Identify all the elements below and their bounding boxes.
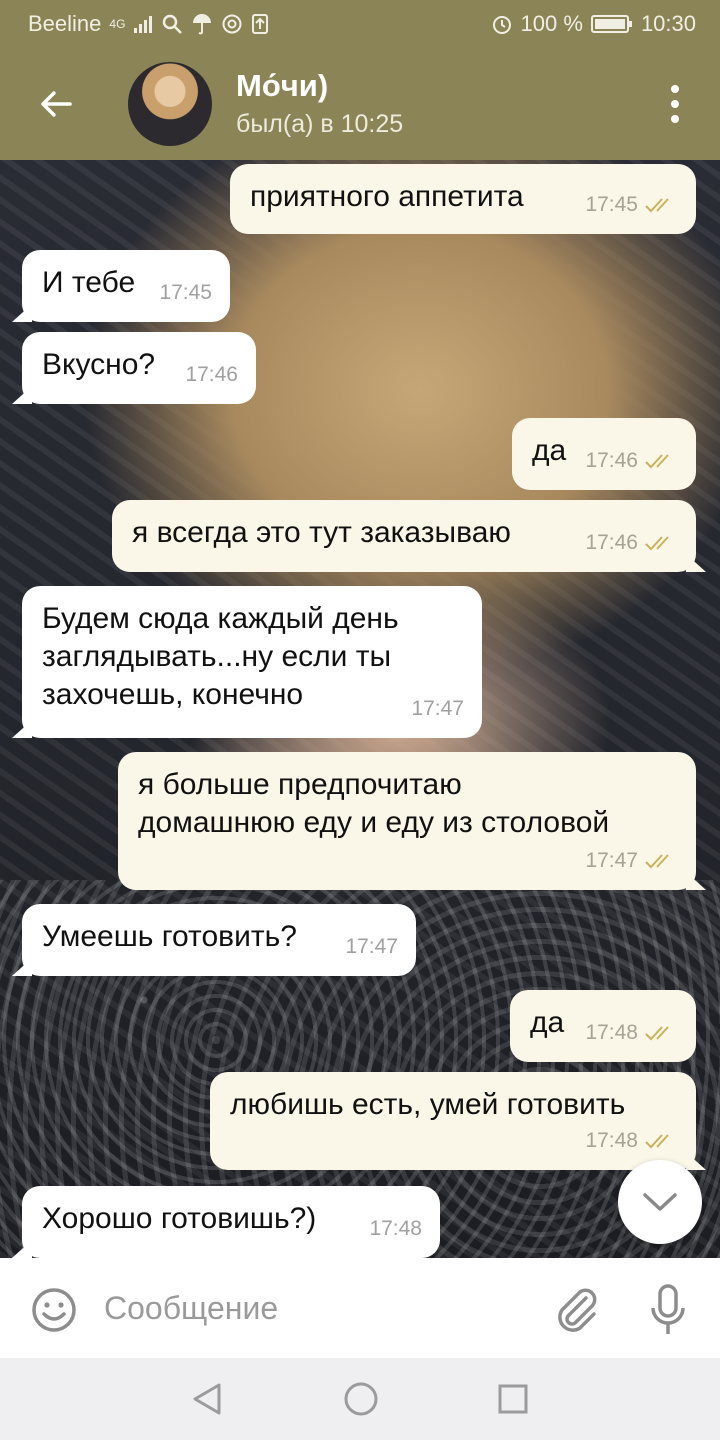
message-time: 17:48: [585, 1021, 638, 1044]
message-bubble-incoming[interactable]: Будем сюда каждый день заглядывать...ну …: [22, 586, 482, 738]
message-bubble-incoming[interactable]: Хорошо готовишь?) 17:48: [22, 1186, 440, 1258]
emoji-button[interactable]: [30, 1286, 78, 1334]
message-bubble-outgoing[interactable]: я больше предпочитаю домашнюю еду и еду …: [118, 752, 696, 890]
message-text: я больше предпочитаю домашнюю еду и еду …: [138, 768, 610, 839]
dot: [671, 85, 679, 93]
message-bubble-outgoing[interactable]: приятного аппетита 17:45: [230, 164, 696, 234]
message-time: 17:47: [411, 697, 464, 720]
message-input[interactable]: [104, 1282, 524, 1334]
message-composer: [0, 1258, 720, 1358]
message-bubble-outgoing[interactable]: я всегда это тут заказываю 17:46: [112, 500, 696, 572]
message-time: 17:48: [585, 1129, 638, 1152]
read-checks-icon: [645, 1134, 669, 1149]
at-icon: [221, 13, 243, 35]
status-bar: Beeline 4G 100 % 10:30: [0, 0, 720, 48]
read-checks-icon: [645, 854, 669, 869]
umbrella-icon: [191, 13, 213, 35]
message-time: 17:47: [585, 849, 638, 872]
nav-home-button[interactable]: [340, 1378, 382, 1420]
back-button[interactable]: [30, 78, 82, 130]
message-text: любишь есть, умей готовить: [230, 1088, 626, 1121]
circle-home-icon: [344, 1382, 378, 1416]
smiley-icon: [32, 1288, 76, 1332]
message-text: Будем сюда каждый день заглядывать...ну …: [42, 602, 399, 711]
read-checks-icon: [645, 454, 669, 469]
network-type-icon: 4G: [109, 17, 126, 31]
search-icon: [161, 13, 183, 35]
avatar[interactable]: [128, 62, 212, 146]
paperclip-icon: [558, 1288, 597, 1332]
system-navigation-bar: [0, 1358, 720, 1440]
chat-area[interactable]: приятного аппетита 17:45 И тебе 17:45 Вк…: [0, 160, 720, 1258]
nav-back-button[interactable]: [186, 1378, 228, 1420]
chat-header: Мо́чи) был(а) в 10:25: [0, 48, 720, 160]
nav-recents-button[interactable]: [492, 1378, 534, 1420]
battery-icon: [590, 13, 633, 35]
signal-icon: [133, 14, 153, 34]
alarm-icon: [491, 13, 513, 35]
arrow-left-icon: [41, 91, 72, 117]
message-bubble-incoming[interactable]: Вкусно? 17:46: [22, 332, 256, 404]
message-time: 17:45: [159, 281, 212, 304]
message-bubble-outgoing[interactable]: да 17:46: [512, 418, 696, 490]
clock: 10:30: [640, 11, 696, 36]
read-checks-icon: [645, 1026, 669, 1041]
message-bubble-outgoing[interactable]: любишь есть, умей готовить 17:48: [210, 1072, 696, 1170]
scroll-to-bottom-button[interactable]: [618, 1160, 702, 1244]
carrier-label: Beeline: [28, 11, 102, 36]
upload-icon: [251, 13, 269, 35]
message-time: 17:46: [585, 531, 638, 554]
message-bubble-incoming[interactable]: И тебе 17:45: [22, 250, 230, 322]
message-time: 17:46: [185, 363, 238, 386]
message-bubble-outgoing[interactable]: да 17:48: [510, 990, 696, 1062]
message-bubble-incoming[interactable]: Умеешь готовить? 17:47: [22, 904, 416, 976]
chevron-down-icon: [643, 1193, 677, 1211]
last-seen-status: был(а) в 10:25: [236, 110, 404, 138]
microphone-icon: [651, 1284, 685, 1334]
dot: [671, 100, 679, 108]
triangle-back-icon: [193, 1383, 221, 1415]
read-checks-icon: [645, 198, 669, 213]
message-time: 17:46: [585, 449, 638, 472]
square-recents-icon: [498, 1384, 528, 1414]
message-time: 17:48: [369, 1217, 422, 1240]
attach-button[interactable]: [552, 1284, 600, 1336]
battery-percent: 100 %: [520, 11, 583, 36]
message-time: 17:47: [345, 935, 398, 958]
voice-message-button[interactable]: [644, 1282, 692, 1338]
message-time: 17:45: [585, 193, 638, 216]
dot: [671, 115, 679, 123]
read-checks-icon: [645, 536, 669, 551]
message-text: Хорошо готовишь?): [42, 1202, 317, 1235]
chat-title[interactable]: Мо́чи): [236, 68, 328, 104]
more-options-button[interactable]: [660, 78, 690, 130]
